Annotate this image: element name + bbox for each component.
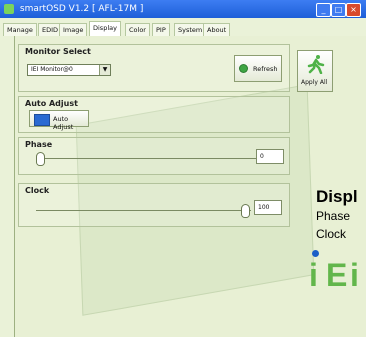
tab-about[interactable]: About	[203, 23, 231, 36]
clock-slider-track[interactable]	[36, 210, 251, 211]
auto-adjust-title: Auto Adjust	[25, 99, 78, 108]
chevron-down-icon[interactable]: ▼	[99, 65, 110, 75]
title-bar[interactable]: smartOSD V1.2 [ AFL-17M ] _ □ ×	[0, 0, 366, 18]
window-title: smartOSD V1.2 [ AFL-17M ]	[19, 4, 144, 14]
tab-system[interactable]: System	[174, 23, 207, 36]
tab-image[interactable]: Image	[59, 23, 88, 36]
tab-color[interactable]: Color	[125, 23, 150, 36]
overlay-display-heading: Displ	[316, 187, 358, 206]
phase-slider-track[interactable]	[40, 158, 257, 159]
monitor-select-value: IEI Monitor@0	[31, 66, 73, 73]
tab-label: PIP	[156, 26, 166, 34]
refresh-button[interactable]: Refresh	[234, 55, 282, 82]
overlay-clock-text: Clock	[316, 227, 347, 241]
monitor-select-dropdown[interactable]: IEI Monitor@0 ▼	[27, 64, 111, 76]
app-icon	[4, 3, 14, 14]
tab-label: Display	[93, 24, 117, 32]
maximize-button[interactable]: □	[331, 3, 346, 17]
tab-label: Image	[63, 26, 84, 34]
tab-label: Manage	[7, 26, 33, 34]
logo-letter: i	[350, 257, 359, 293]
monitor-select-title: Monitor Select	[25, 47, 91, 56]
tab-bar: Manage EDID Image Display Color PIP Syst…	[0, 21, 366, 36]
clock-title: Clock	[25, 186, 50, 195]
close-icon: ×	[350, 5, 357, 14]
tab-label: About	[207, 26, 227, 34]
tab-pip[interactable]: PIP	[152, 23, 170, 36]
tab-label: System	[178, 26, 203, 34]
auto-adjust-label: Auto Adjust	[53, 115, 74, 131]
refresh-icon	[240, 65, 247, 72]
tab-label: EDID	[42, 26, 59, 34]
auto-adjust-group: Auto Adjust Auto Adjust	[18, 96, 290, 133]
overlay-phase-text: Phase	[316, 209, 351, 223]
logo-dot-icon	[312, 250, 319, 257]
apply-all-label: Apply All	[301, 79, 328, 86]
phase-value: 0	[260, 153, 264, 160]
tab-manage[interactable]: Manage	[3, 23, 37, 36]
phase-group: Phase 0	[18, 137, 290, 175]
minimize-button[interactable]: _	[316, 3, 331, 17]
running-man-icon	[307, 55, 325, 74]
app-window: { "window": {"title": "smartOSD V1.2 [ A…	[0, 0, 366, 337]
minimize-icon: _	[321, 5, 326, 14]
auto-adjust-button[interactable]: Auto Adjust	[29, 110, 89, 131]
refresh-label: Refresh	[253, 65, 278, 73]
clock-value-field[interactable]: 100	[254, 200, 282, 215]
logo-letter: i	[309, 257, 318, 293]
maximize-icon: □	[334, 5, 343, 14]
tab-display[interactable]: Display	[89, 21, 121, 36]
close-button[interactable]: ×	[346, 3, 361, 17]
phase-title: Phase	[25, 140, 53, 149]
clock-slider-thumb[interactable]	[241, 204, 250, 218]
tab-label: Color	[129, 26, 146, 34]
logo-letter: E	[326, 257, 348, 293]
apply-all-button[interactable]: Apply All	[297, 50, 333, 92]
clock-group: Clock 100	[18, 183, 290, 227]
phase-slider-thumb[interactable]	[36, 152, 45, 166]
iei-logo: i E i	[309, 250, 366, 295]
image-icon	[34, 114, 50, 126]
monitor-select-group: Monitor Select IEI Monitor@0 ▼ Refresh	[18, 44, 290, 92]
phase-value-field[interactable]: 0	[256, 149, 284, 164]
clock-value: 100	[258, 204, 270, 211]
